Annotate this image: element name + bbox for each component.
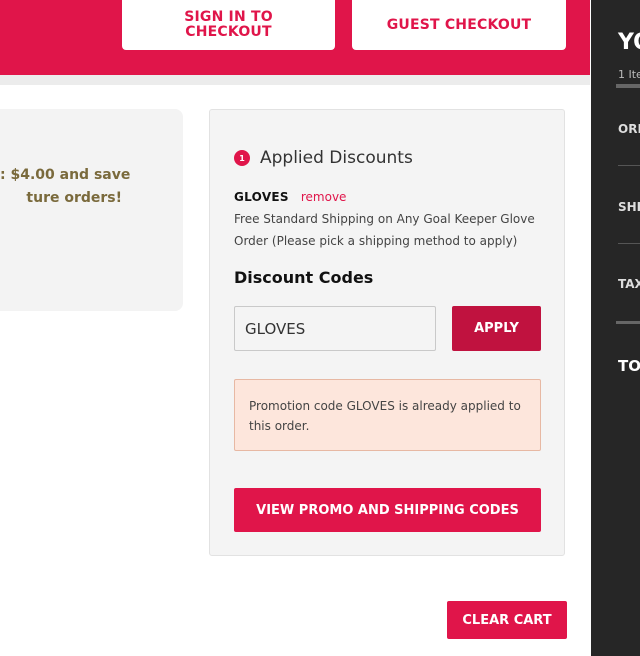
summary-divider bbox=[618, 165, 640, 166]
sign-in-label-line1: SIGN IN TO bbox=[184, 9, 273, 25]
apply-button[interactable]: APPLY bbox=[452, 306, 541, 351]
promo-info-panel bbox=[0, 109, 183, 311]
applied-discounts-header: 1 Applied Discounts bbox=[234, 148, 413, 168]
summary-title: YO bbox=[618, 30, 640, 55]
order-summary-panel: YO 1 Ite ORI SHI TAX TO bbox=[591, 0, 640, 656]
promo-info-text: : $4.00 and save ture orders! bbox=[0, 164, 183, 210]
clear-cart-button[interactable]: CLEAR CART bbox=[447, 601, 567, 639]
summary-separator bbox=[616, 84, 640, 88]
summary-item-count: 1 Ite bbox=[618, 68, 640, 81]
discount-codes-heading: Discount Codes bbox=[234, 268, 374, 287]
promo-info-line1: : $4.00 and save bbox=[0, 167, 131, 183]
applied-count-badge: 1 bbox=[234, 150, 250, 166]
view-promo-codes-button[interactable]: VIEW PROMO AND SHIPPING CODES bbox=[234, 488, 541, 532]
summary-order-label: ORI bbox=[618, 122, 640, 136]
summary-shipping-label: SHI bbox=[618, 200, 640, 214]
sign-in-label-line2: CHECKOUT bbox=[185, 24, 272, 40]
applied-code-description: Free Standard Shipping on Any Goal Keepe… bbox=[234, 212, 535, 248]
summary-separator bbox=[616, 321, 640, 324]
summary-divider bbox=[618, 243, 640, 244]
applied-discounts-title: Applied Discounts bbox=[260, 148, 413, 168]
applied-code-name: GLOVES bbox=[234, 190, 289, 204]
promo-info-line2: ture orders! bbox=[26, 190, 122, 206]
remove-code-link[interactable]: remove bbox=[301, 190, 347, 204]
discount-code-input[interactable] bbox=[234, 306, 436, 351]
summary-tax-label: TAX bbox=[618, 277, 640, 291]
guest-checkout-button[interactable]: GUEST CHECKOUT bbox=[352, 0, 566, 50]
applied-code-row: GLOVES remove bbox=[234, 190, 346, 204]
header-divider bbox=[0, 75, 590, 85]
sign-in-to-checkout-button[interactable]: SIGN IN TO CHECKOUT bbox=[122, 0, 335, 50]
discount-panel: 1 Applied Discounts GLOVES remove Free S… bbox=[209, 109, 565, 556]
promo-applied-notice: Promotion code GLOVES is already applied… bbox=[234, 379, 541, 451]
summary-total-label: TO bbox=[618, 357, 640, 375]
